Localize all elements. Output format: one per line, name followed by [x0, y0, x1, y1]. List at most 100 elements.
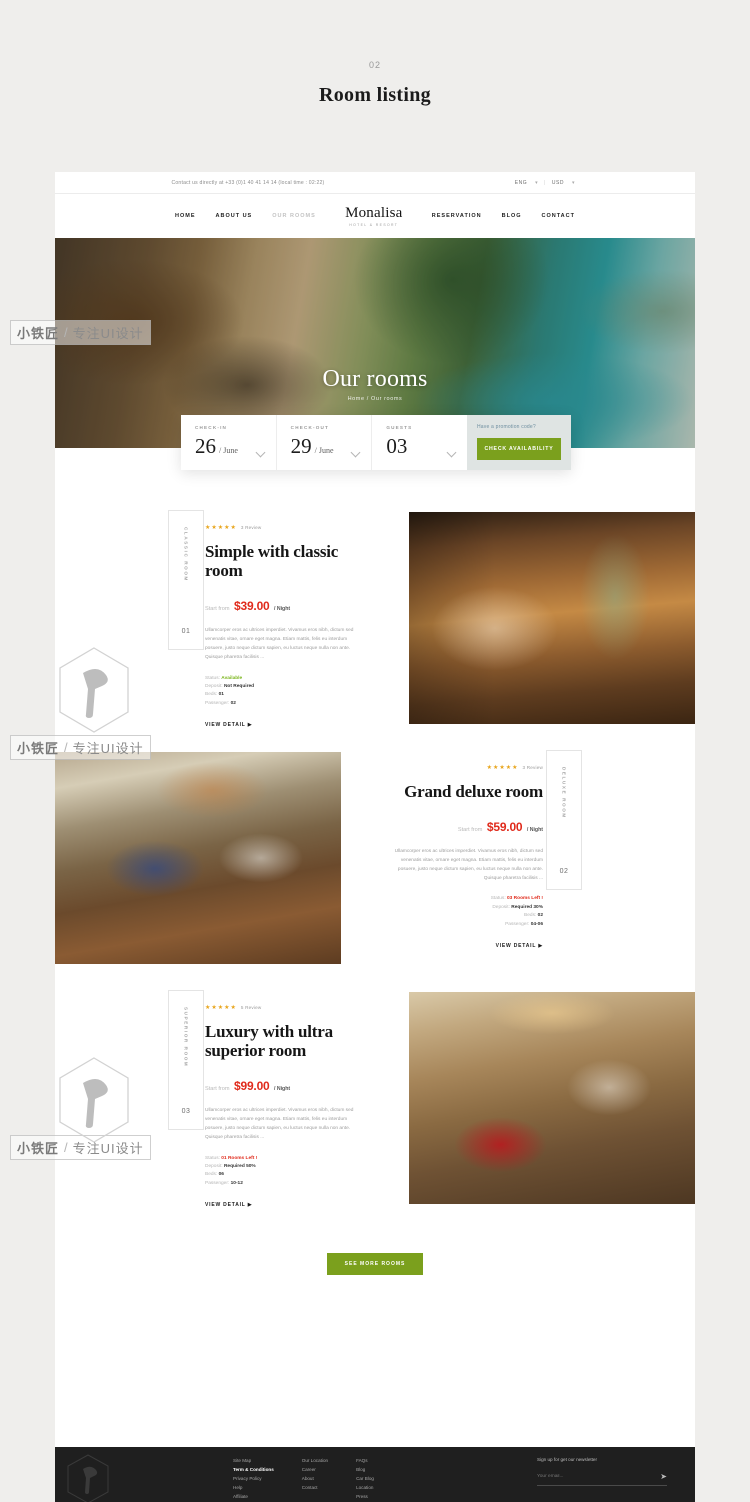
status-key: Status:	[490, 896, 506, 902]
room-badge: DELUXE ROOM 02	[546, 750, 582, 890]
guests-field[interactable]: GUESTS 03	[372, 415, 467, 470]
view-detail-button[interactable]: VIEW DETAIL ▶	[205, 1202, 355, 1208]
room-list: CLASSIC ROOM 01 ★★★★★ 3 Review Simple wit…	[55, 448, 695, 1220]
arrow-right-icon: ▶	[247, 722, 253, 729]
footer-link[interactable]: Affiliate	[233, 1493, 274, 1502]
footer-link[interactable]: Career	[302, 1466, 328, 1475]
contact-text: Contact us directly at +33 (0)1 40 41 14…	[171, 179, 325, 186]
rating-stars: ★★★★★	[486, 765, 519, 771]
checkin-day: 26	[195, 434, 216, 458]
nav-item-blog[interactable]: BLOG	[502, 213, 522, 219]
footer-link[interactable]: Blog	[356, 1466, 374, 1475]
status-badge: 01 Rooms Left !	[221, 1155, 258, 1161]
checkout-field[interactable]: CHECK-OUT 29 / June	[277, 415, 373, 470]
room-photo[interactable]	[409, 512, 695, 724]
website-mockup: Contact us directly at +33 (0)1 40 41 14…	[55, 172, 695, 1502]
deposit-key: Deposit:	[492, 904, 510, 910]
footer-link[interactable]: Help	[233, 1484, 274, 1493]
room-photo[interactable]	[55, 752, 341, 964]
footer-column-1: Site Map Term & Conditions Privacy Polic…	[205, 1457, 274, 1502]
room-photo[interactable]	[409, 992, 695, 1204]
checkout-label: CHECK-OUT	[290, 425, 330, 430]
room-title[interactable]: Luxury with ultra superior room	[205, 1022, 355, 1060]
room-card: CLASSIC ROOM 01 ★★★★★ 3 Review Simple wit…	[55, 500, 695, 740]
room-price: $39.00	[234, 599, 270, 614]
passenger-value: 04-06	[530, 921, 543, 927]
beds-key: Beds:	[524, 913, 537, 919]
room-meta: Status: 01 Rooms Left ! Deposit: Require…	[205, 1155, 355, 1189]
footer-link[interactable]: Term & Conditions	[233, 1466, 274, 1475]
room-index-number: 01	[181, 628, 191, 635]
site-logo[interactable]: Monalisa HOTEL & RESORT	[345, 205, 402, 227]
page-header: 02 Room listing	[0, 0, 750, 107]
passenger-key: Passenger:	[205, 700, 230, 706]
footer-link[interactable]: Car Blog	[356, 1475, 374, 1484]
newsletter-email-input[interactable]	[537, 1474, 661, 1479]
nav-left-group: HOME ABOUT US OUR ROOMS	[175, 213, 316, 219]
price-prefix: Start from	[457, 827, 483, 834]
checkin-label: CHECK-IN	[195, 425, 228, 430]
guests-label: GUESTS	[386, 425, 413, 430]
watermark-brand: 小铁匠	[17, 326, 60, 341]
room-card: SUPERIOR ROOM 03 ★★★★★ 5 Review Luxury wi…	[55, 980, 695, 1220]
footer-link[interactable]: FAQs	[356, 1457, 374, 1466]
status-key: Status:	[205, 1155, 220, 1161]
view-detail-label: VIEW DETAIL	[205, 1202, 246, 1209]
checkout-day: 29	[290, 434, 312, 458]
rating-stars: ★★★★★	[205, 525, 237, 531]
nav-item-our-rooms[interactable]: OUR ROOMS	[272, 213, 316, 219]
footer-link[interactable]: Privacy Policy	[233, 1475, 274, 1484]
currency-selector[interactable]: USD	[552, 180, 564, 186]
room-title[interactable]: Simple with classic room	[205, 542, 355, 580]
breadcrumb: Home / Our rooms	[347, 396, 403, 402]
site-footer: Site Map Term & Conditions Privacy Polic…	[55, 1447, 695, 1502]
footer-link[interactable]: Location	[356, 1484, 374, 1493]
view-detail-label: VIEW DETAIL	[205, 722, 246, 729]
logo-tagline: HOTEL & RESORT	[349, 223, 399, 227]
booking-side-panel: Have a promotion code? CHECK AVAILABILIT…	[467, 415, 571, 470]
footer-link[interactable]: Our Location	[302, 1457, 328, 1466]
room-category-label: DELUXE ROOM	[561, 767, 567, 819]
room-meta: Status: 03 Rooms Left ! Deposit: Require…	[393, 895, 543, 929]
footer-column-2: Our Location Career About Contact	[274, 1457, 328, 1502]
nav-item-home[interactable]: HOME	[175, 213, 196, 219]
hammer-logo-icon	[67, 1454, 109, 1502]
room-title[interactable]: Grand deluxe room	[393, 782, 543, 801]
separator: |	[544, 179, 546, 186]
footer-link[interactable]: About	[302, 1475, 328, 1484]
room-category-label: CLASSIC ROOM	[183, 527, 189, 582]
price-unit: / Night	[526, 827, 543, 834]
rating-stars: ★★★★★	[205, 1005, 237, 1011]
nav-item-about-us[interactable]: ABOUT US	[216, 213, 253, 219]
view-detail-button[interactable]: VIEW DETAIL ▶	[205, 722, 355, 728]
nav-item-reservation[interactable]: RESERVATION	[432, 213, 482, 219]
room-badge: SUPERIOR ROOM 03	[168, 990, 204, 1130]
see-more-rooms-button[interactable]: SEE MORE ROOMS	[326, 1253, 424, 1275]
view-detail-button[interactable]: VIEW DETAIL ▶	[393, 943, 543, 949]
footer-link[interactable]: Press	[356, 1493, 374, 1502]
beds-value: 01	[218, 692, 224, 698]
check-availability-button[interactable]: CHECK AVAILABILITY	[477, 438, 561, 460]
send-icon[interactable]: ➤	[660, 1472, 667, 1481]
room-description: Ullamcorper eros ac ultrices imperdiet. …	[205, 628, 354, 660]
footer-link[interactable]: Contact	[302, 1484, 328, 1493]
checkin-month: / June	[219, 446, 238, 455]
nav-item-contact[interactable]: CONTACT	[542, 213, 575, 219]
deposit-value: Required 50%	[223, 1163, 256, 1169]
watermark-brand: 小铁匠	[17, 741, 60, 756]
checkin-field[interactable]: CHECK-IN 26 / June	[181, 415, 277, 470]
footer-column-3: FAQs Blog Car Blog Location Press	[328, 1457, 374, 1502]
chevron-down-icon: ▾	[571, 179, 575, 186]
footer-link[interactable]: Site Map	[233, 1457, 274, 1466]
language-selector[interactable]: ENG	[515, 180, 527, 186]
price-prefix: Start from	[205, 1086, 230, 1093]
page-title: Room listing	[319, 84, 431, 106]
room-index-number: 03	[181, 1108, 191, 1115]
room-description: Ullamcorper eros ac ultrices imperdiet. …	[394, 849, 543, 881]
promo-code-link[interactable]: Have a promotion code?	[477, 424, 561, 430]
status-key: Status:	[205, 675, 220, 681]
newsletter-signup: Sign up for get our newsletter ➤	[537, 1457, 667, 1502]
booking-widget: CHECK-IN 26 / June CHECK-OUT 29 / June G…	[181, 415, 571, 470]
passenger-value: 10-12	[230, 1180, 243, 1186]
main-navigation: HOME ABOUT US OUR ROOMS Monalisa HOTEL &…	[55, 194, 695, 238]
